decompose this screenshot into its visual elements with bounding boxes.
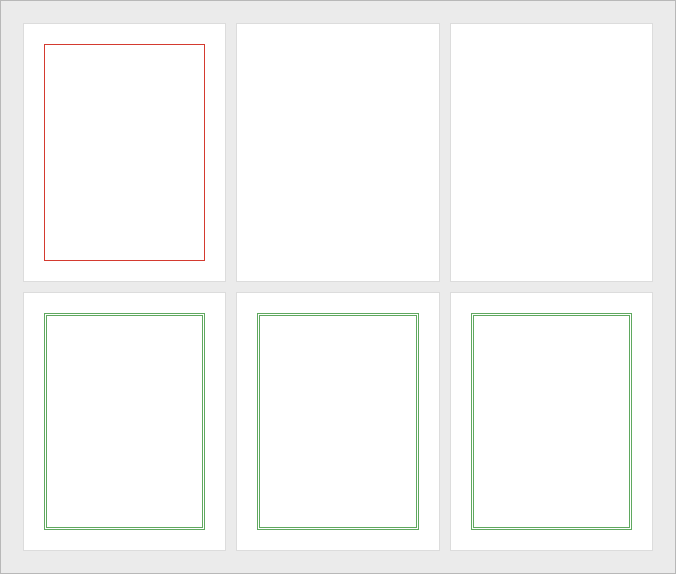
card-6 (450, 292, 653, 551)
card-1-inner (44, 44, 205, 261)
card-grid (23, 23, 653, 551)
card-4 (23, 292, 226, 551)
card-1 (23, 23, 226, 282)
card-5-inner (257, 313, 418, 530)
card-3-inner (471, 44, 632, 261)
card-2-inner (257, 44, 418, 261)
card-4-inner (44, 313, 205, 530)
card-6-inner (471, 313, 632, 530)
card-2 (236, 23, 439, 282)
card-5 (236, 292, 439, 551)
card-3 (450, 23, 653, 282)
